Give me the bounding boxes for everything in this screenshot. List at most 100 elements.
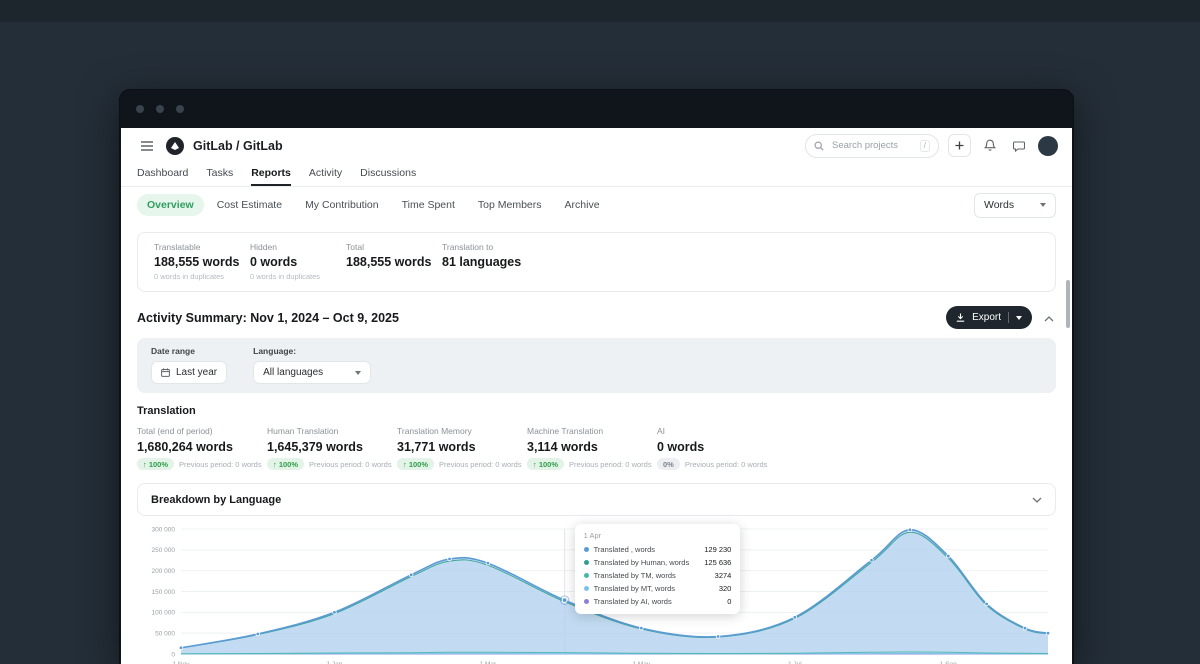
window-control-close[interactable] — [136, 105, 144, 113]
subtab-archive[interactable]: Archive — [555, 194, 610, 216]
date-range-value: Last year — [176, 367, 217, 378]
subtab-cost-estimate[interactable]: Cost Estimate — [207, 194, 292, 216]
browser-window: GitLab / GitLab / — [120, 90, 1073, 664]
previous-period-note: Previous period: 0 words — [685, 460, 768, 469]
tab-dashboard[interactable]: Dashboard — [137, 161, 188, 186]
stat-subtext: 0 words in duplicates — [250, 272, 342, 281]
window-control-minimize[interactable] — [156, 105, 164, 113]
reports-subtabs: OverviewCost EstimateMy ContributionTime… — [137, 194, 610, 216]
date-range-button[interactable]: Last year — [151, 361, 227, 384]
svg-text:0: 0 — [171, 651, 175, 658]
messages-icon[interactable] — [1009, 135, 1029, 157]
chevron-down-icon — [1032, 497, 1042, 503]
tooltip-row: Translated by Human, words125 636 — [584, 556, 732, 569]
activity-chart[interactable]: 050 000100 000150 000200 000250 000300 0… — [137, 522, 1056, 664]
taskbar — [0, 0, 1200, 22]
filter-bar: Date range Last year Language: All langu… — [137, 338, 1056, 393]
metric-label: Total (end of period) — [137, 426, 267, 436]
metric-label: Machine Translation — [527, 426, 657, 436]
window-control-maximize[interactable] — [176, 105, 184, 113]
search-icon — [814, 141, 824, 151]
tooltip-series-value: 320 — [709, 584, 732, 593]
user-avatar[interactable] — [1038, 136, 1058, 156]
series-color-dot — [584, 599, 589, 604]
notifications-bell-icon[interactable] — [980, 135, 1000, 157]
tooltip-row: Translated , words129 230 — [584, 543, 732, 556]
metric-label: AI — [657, 426, 787, 436]
export-button[interactable]: Export — [946, 306, 1032, 329]
download-icon — [956, 313, 965, 322]
stat-value: 188,555 words — [346, 255, 438, 269]
app-content: GitLab / GitLab / — [121, 128, 1072, 664]
subtab-overview[interactable]: Overview — [137, 194, 204, 216]
stat-total: Total 188,555 words — [346, 242, 438, 281]
metric-machine-translation: Machine Translation3,114 words↑ 100%Prev… — [527, 426, 657, 470]
svg-text:200 000: 200 000 — [152, 568, 176, 575]
svg-text:50 000: 50 000 — [155, 630, 175, 637]
language-select[interactable]: All languages — [253, 361, 371, 384]
tooltip-row: Translated by MT, words 320 — [584, 582, 732, 595]
tooltip-series-value: 129 230 — [694, 545, 731, 554]
chevron-down-icon — [1040, 203, 1046, 207]
translation-section-label: Translation — [137, 405, 1056, 417]
chevron-down-icon — [355, 371, 361, 375]
trend-badge: ↑ 100% — [137, 458, 174, 470]
svg-text:300 000: 300 000 — [152, 526, 176, 533]
metric-ai: AI0 words0%Previous period: 0 words — [657, 426, 787, 470]
stat-hidden: Hidden0 words0 words in duplicates — [250, 242, 342, 281]
svg-text:150 000: 150 000 — [152, 589, 176, 596]
date-range-group: Date range Last year — [151, 346, 227, 384]
tooltip-series-label: Translated by TM, words — [594, 571, 676, 580]
chart-tooltip: 1 Apr Translated , words129 230Translate… — [575, 524, 741, 614]
previous-period-note: Previous period: 0 words — [179, 460, 262, 469]
previous-period-note: Previous period: 0 words — [569, 460, 652, 469]
subtab-top-members[interactable]: Top Members — [468, 194, 552, 216]
app-header: GitLab / GitLab / — [121, 128, 1072, 161]
export-label: Export — [972, 312, 1001, 323]
project-title: GitLab / GitLab — [193, 139, 283, 153]
language-select-value: All languages — [263, 367, 323, 378]
trend-badge: 0% — [657, 458, 680, 470]
project-logo[interactable] — [166, 137, 184, 155]
tooltip-series-label: Translated by MT, words — [594, 584, 675, 593]
units-select[interactable]: Words — [974, 193, 1056, 218]
stat-label: Total — [346, 242, 438, 252]
scrollbar-thumb[interactable] — [1066, 280, 1070, 328]
tab-activity[interactable]: Activity — [309, 161, 342, 186]
metric-trend-row: 0% Previous period: 0 words — [657, 458, 787, 470]
create-new-button[interactable] — [948, 134, 971, 157]
series-color-dot — [584, 573, 589, 578]
tooltip-date: 1 Apr — [584, 531, 732, 540]
tab-tasks[interactable]: Tasks — [206, 161, 233, 186]
series-color-dot — [584, 560, 589, 565]
metric-human-translation: Human Translation1,645,379 words↑ 100%Pr… — [267, 426, 397, 470]
project-word-stats: Translatable188,555 words0 words in dupl… — [137, 232, 1056, 292]
metric-label: Human Translation — [267, 426, 397, 436]
svg-text:100 000: 100 000 — [152, 610, 176, 617]
previous-period-note: Previous period: 0 words — [439, 460, 522, 469]
search-box[interactable]: / — [805, 134, 939, 158]
breakdown-by-language-panel[interactable]: Breakdown by Language — [137, 483, 1056, 516]
export-divider — [1008, 312, 1009, 323]
tab-discussions[interactable]: Discussions — [360, 161, 416, 186]
tooltip-series-value: 3274 — [705, 571, 732, 580]
subtab-time-spent[interactable]: Time Spent — [392, 194, 465, 216]
desktop-background: GitLab / GitLab / — [0, 0, 1200, 664]
metric-value: 1,680,264 words — [137, 440, 267, 454]
collapse-section-button[interactable] — [1042, 310, 1056, 325]
metric-value: 1,645,379 words — [267, 440, 397, 454]
metric-translation-memory: Translation Memory31,771 words↑ 100%Prev… — [397, 426, 527, 470]
tab-reports[interactable]: Reports — [251, 161, 291, 186]
search-input[interactable] — [830, 139, 914, 152]
stat-translation-to: Translation to81 languages — [442, 242, 534, 281]
tooltip-series-value: 125 636 — [694, 558, 731, 567]
search-shortcut-hint: / — [920, 140, 930, 152]
metric-total-end-of-period: Total (end of period) 1,680,264 words ↑ 10… — [137, 426, 267, 470]
stat-value: 81 languages — [442, 255, 534, 269]
metric-label: Translation Memory — [397, 426, 527, 436]
translation-metrics: Total (end of period) 1,680,264 words ↑ 10… — [137, 426, 1056, 470]
menu-icon[interactable] — [137, 135, 157, 157]
subtab-my-contribution[interactable]: My Contribution — [295, 194, 389, 216]
metric-trend-row: ↑ 100%Previous period: 0 words — [397, 458, 527, 470]
units-select-value: Words — [984, 199, 1014, 211]
